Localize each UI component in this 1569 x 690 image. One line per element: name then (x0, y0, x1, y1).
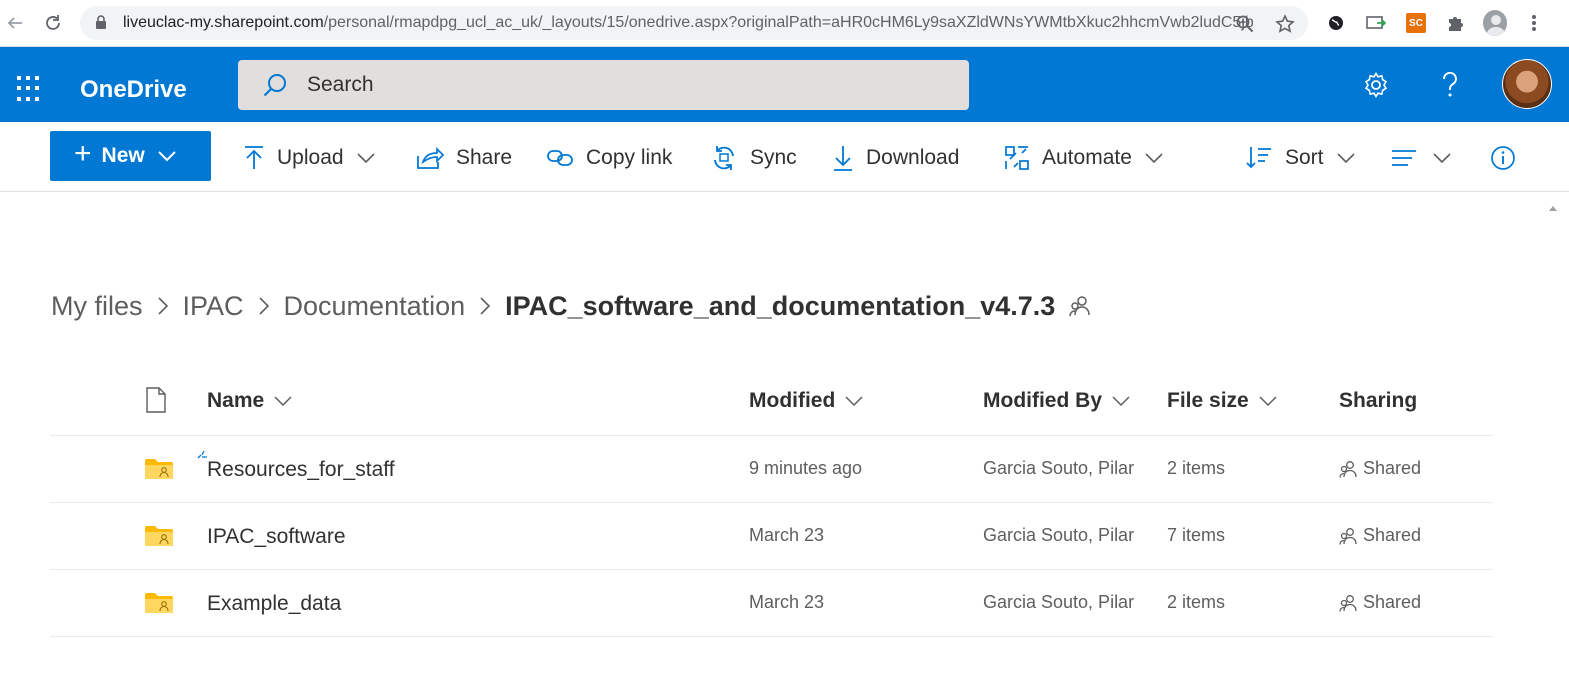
file-name[interactable]: IPAC_software (207, 525, 346, 549)
modified-date: March 23 (749, 525, 825, 545)
column-header-modified[interactable]: Modified (749, 389, 863, 413)
profile-icon[interactable] (1483, 10, 1507, 36)
sharing-status[interactable]: Shared (1339, 458, 1421, 479)
shared-people-icon[interactable] (1069, 295, 1091, 317)
column-header-name[interactable]: Name (207, 389, 292, 413)
search-input[interactable]: Search (238, 60, 969, 110)
address-bar[interactable]: liveuclac-my.sharepoint.com/personal/rma… (80, 6, 1308, 40)
chevron-right-icon (157, 296, 169, 316)
sort-icon (1245, 145, 1273, 171)
file-size: 2 items (1167, 458, 1226, 478)
sharing-status[interactable]: Shared (1339, 592, 1421, 613)
download-button[interactable]: Download (832, 140, 959, 176)
shared-folder-icon (144, 525, 174, 552)
reload-icon[interactable] (40, 10, 66, 36)
chevron-right-icon (258, 296, 270, 316)
plus-icon: + (74, 137, 92, 170)
view-list-icon (1390, 147, 1418, 169)
chevron-down-icon (274, 396, 292, 406)
bookmark-star-icon[interactable] (1274, 13, 1296, 35)
sharing-status[interactable]: Shared (1339, 525, 1421, 546)
chevron-down-icon (845, 396, 863, 406)
column-header-file-size[interactable]: File size (1167, 389, 1277, 413)
modified-date: March 23 (749, 592, 825, 612)
shared-people-icon (1339, 594, 1357, 612)
settings-gear-icon[interactable] (1358, 67, 1394, 103)
cast-extension-icon[interactable] (1364, 11, 1388, 35)
column-header-modified-by[interactable]: Modified By (983, 389, 1130, 413)
automate-flow-icon (1004, 145, 1030, 171)
table-row[interactable]: Example_data March 23 Garcia Souto, Pila… (50, 570, 1493, 637)
browser-toolbar: liveuclac-my.sharepoint.com/personal/rma… (0, 0, 1569, 47)
file-type-icon[interactable] (145, 387, 167, 418)
app-name[interactable]: OneDrive (80, 76, 187, 104)
new-button[interactable]: + New (50, 131, 211, 181)
share-button[interactable]: Share (416, 140, 512, 176)
shared-folder-icon (144, 592, 174, 619)
globe-extension-icon[interactable] (1324, 11, 1348, 35)
search-placeholder: Search (307, 73, 374, 96)
lock-icon (95, 15, 107, 35)
download-icon (832, 144, 854, 172)
command-bar: + New Upload Share Copy link Sync Downlo… (0, 122, 1569, 192)
chevron-down-icon (1112, 396, 1130, 406)
breadcrumb-current: IPAC_software_and_documentation_v4.7.3 (505, 290, 1056, 321)
info-icon (1490, 145, 1516, 171)
table-row[interactable]: IPAC_software March 23 Garcia Souto, Pil… (50, 503, 1493, 570)
modified-by: Garcia Souto, Pilar (983, 458, 1135, 478)
info-pane-button[interactable] (1490, 140, 1528, 176)
shared-people-icon (1339, 460, 1357, 478)
file-size: 2 items (1167, 592, 1226, 612)
puzzle-extensions-icon[interactable] (1444, 11, 1468, 35)
chevron-down-icon (1336, 152, 1356, 164)
file-size: 7 items (1167, 525, 1226, 545)
automate-button[interactable]: Automate (1004, 140, 1164, 176)
sync-icon (710, 144, 738, 172)
help-question-icon[interactable] (1432, 67, 1468, 103)
user-avatar[interactable] (1502, 59, 1552, 109)
table-row[interactable]: Resources_for_staff 9 minutes ago Garcia… (50, 436, 1493, 503)
chevron-down-icon (356, 152, 376, 164)
copy-link-button[interactable]: Copy link (546, 140, 672, 176)
breadcrumb-item[interactable]: Documentation (284, 291, 466, 322)
breadcrumb: My files IPAC Documentation IPAC_softwar… (51, 288, 1091, 324)
breadcrumb-item[interactable]: My files (51, 291, 143, 322)
list-header: Name Modified Modified By File size Shar… (50, 367, 1493, 436)
share-icon (416, 146, 444, 170)
link-icon (546, 147, 574, 169)
column-header-sharing[interactable]: Sharing (1339, 389, 1417, 413)
sort-button[interactable]: Sort (1245, 140, 1356, 176)
chevron-down-icon (1259, 396, 1277, 406)
upload-button[interactable]: Upload (243, 140, 376, 176)
modified-by: Garcia Souto, Pilar (983, 592, 1135, 612)
file-name[interactable]: Example_data (207, 592, 341, 616)
shared-folder-icon (144, 458, 174, 485)
file-name[interactable]: Resources_for_staff (207, 458, 395, 482)
zoom-icon[interactable] (1234, 13, 1256, 35)
browser-menu-icon[interactable] (1522, 11, 1546, 35)
back-arrow-icon[interactable] (2, 10, 28, 36)
sc-extension-icon[interactable]: SC (1404, 11, 1428, 35)
app-launcher-icon[interactable] (17, 76, 43, 102)
search-icon (262, 73, 288, 104)
chevron-down-icon (1144, 152, 1164, 164)
chevron-down-icon (1432, 152, 1452, 164)
url-text: liveuclac-my.sharepoint.com/personal/rma… (123, 14, 1253, 31)
breadcrumb-item[interactable]: IPAC (183, 291, 244, 322)
upload-icon (243, 145, 265, 171)
scroll-up-arrow-icon[interactable] (1548, 199, 1558, 211)
view-options-button[interactable] (1390, 140, 1452, 176)
chevron-right-icon (479, 296, 491, 316)
chevron-down-icon (157, 144, 177, 168)
file-list: Name Modified Modified By File size Shar… (50, 367, 1493, 637)
modified-by: Garcia Souto, Pilar (983, 525, 1135, 545)
modified-date: 9 minutes ago (749, 458, 863, 478)
suite-header: OneDrive Search (0, 47, 1569, 122)
sync-button[interactable]: Sync (710, 140, 797, 176)
shared-people-icon (1339, 527, 1357, 545)
